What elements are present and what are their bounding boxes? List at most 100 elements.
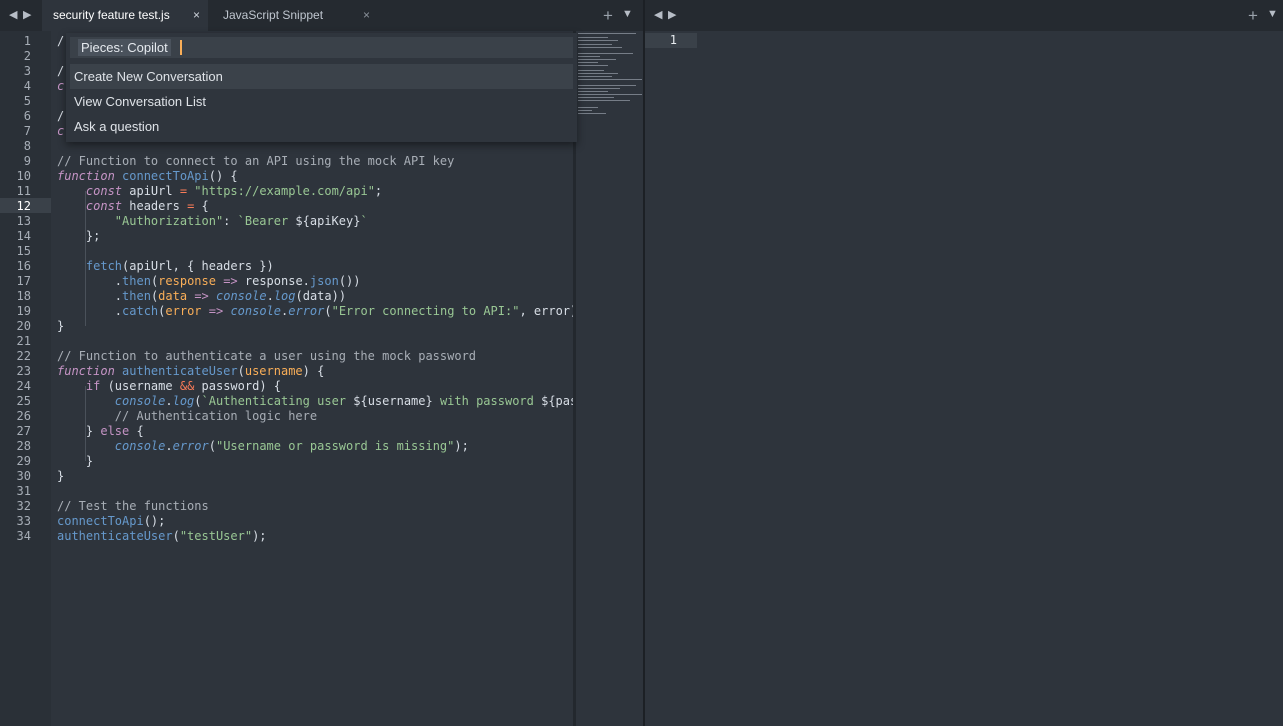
minimap-line bbox=[578, 59, 616, 60]
line-number: 5 bbox=[23, 94, 31, 108]
line-number: 21 bbox=[16, 334, 31, 348]
code-line-27: } else { bbox=[57, 424, 144, 438]
pane-divider[interactable] bbox=[643, 0, 645, 726]
line-number: 30 bbox=[16, 469, 31, 483]
line-number: 4 bbox=[23, 79, 31, 93]
close-icon[interactable]: × bbox=[363, 0, 370, 31]
line-number: 18 bbox=[16, 289, 31, 303]
tab-label: JavaScript Snippet bbox=[223, 8, 324, 22]
code-line-24: if (username && password) { bbox=[85, 379, 281, 393]
minimap-line bbox=[578, 47, 622, 48]
code-line-17: .then(response => response.json()) bbox=[57, 274, 361, 288]
command-palette: Pieces: Copilot Create New Conversation … bbox=[66, 33, 577, 142]
text-caret bbox=[180, 40, 182, 55]
tab-prev-icon[interactable]: ◀ bbox=[9, 8, 17, 21]
minimap-line bbox=[578, 85, 636, 86]
line-number: 6 bbox=[23, 109, 31, 123]
tab-label: security feature test.js bbox=[53, 8, 170, 22]
minimap-line bbox=[578, 40, 618, 41]
minimap[interactable] bbox=[576, 31, 643, 726]
code-line-3: / bbox=[57, 64, 65, 78]
minimap-line bbox=[578, 76, 612, 77]
tab-menu-icon[interactable]: ▼ bbox=[622, 8, 633, 20]
minimap-line bbox=[578, 91, 608, 92]
code-line-9: // Function to connect to an API using t… bbox=[57, 154, 455, 168]
line-number: 26 bbox=[16, 409, 31, 423]
close-icon[interactable]: × bbox=[193, 0, 200, 31]
minimap-line bbox=[578, 110, 592, 111]
line-number: 28 bbox=[16, 439, 31, 453]
line-number: 13 bbox=[16, 214, 31, 228]
tab-javascript-snippet[interactable]: JavaScript Snippet × bbox=[212, 0, 378, 31]
line-number: 12 bbox=[16, 199, 31, 213]
line-number: 32 bbox=[16, 499, 31, 513]
minimap-line bbox=[578, 33, 636, 34]
code-line-29: } bbox=[57, 454, 94, 468]
code-line-13: "Authorization": `Bearer ${apiKey}` bbox=[114, 214, 368, 228]
palette-input[interactable]: Pieces: Copilot bbox=[70, 37, 573, 58]
line-number: 22 bbox=[16, 349, 31, 363]
minimap-line bbox=[578, 37, 608, 38]
left-tab-bar: ◀ ▶ security feature test.js × JavaScrip… bbox=[0, 0, 643, 31]
palette-item-view-conversation-list[interactable]: View Conversation List bbox=[66, 89, 577, 114]
code-line-34: authenticateUser("testUser"); bbox=[57, 529, 267, 543]
minimap-line bbox=[578, 97, 614, 98]
code-line-30: } bbox=[57, 469, 65, 483]
code-line-1: / bbox=[57, 34, 65, 48]
new-tab-icon[interactable]: + bbox=[1248, 6, 1258, 26]
line-number: 25 bbox=[16, 394, 31, 408]
minimap-line bbox=[578, 94, 642, 95]
code-line-6: / bbox=[57, 109, 65, 123]
minimap-line bbox=[578, 113, 606, 114]
line-number: 17 bbox=[16, 274, 31, 288]
palette-item-ask-a-question[interactable]: Ask a question bbox=[66, 114, 577, 139]
code-line-19: .catch(error => console.error("Error con… bbox=[57, 304, 574, 318]
minimap-line bbox=[578, 107, 598, 108]
code-line-14: }; bbox=[57, 229, 101, 243]
line-number: 9 bbox=[23, 154, 31, 168]
code-line-32: // Test the functions bbox=[57, 499, 209, 513]
tab-prev-icon[interactable]: ◀ bbox=[654, 8, 662, 21]
right-tab-bar: ◀ ▶ + ▼ bbox=[645, 0, 1283, 31]
palette-input-value: Pieces: Copilot bbox=[78, 39, 171, 56]
tab-security-feature-test[interactable]: security feature test.js × bbox=[42, 0, 208, 31]
line-number: 34 bbox=[16, 529, 31, 543]
code-line-20: } bbox=[57, 319, 65, 333]
tab-menu-icon[interactable]: ▼ bbox=[1267, 8, 1278, 20]
code-line-18: .then(data => console.log(data)) bbox=[57, 289, 347, 303]
code-line-16: fetch(apiUrl, { headers }) bbox=[85, 259, 274, 273]
line-number: 3 bbox=[23, 64, 31, 78]
line-number: 8 bbox=[23, 139, 31, 153]
minimap-line bbox=[578, 65, 608, 66]
minimap-line bbox=[578, 70, 604, 71]
line-number: 33 bbox=[16, 514, 31, 528]
code-line-7: c bbox=[57, 124, 65, 138]
line-number: 23 bbox=[16, 364, 31, 378]
right-line-number: 1 bbox=[669, 33, 677, 47]
tab-next-icon[interactable]: ▶ bbox=[23, 8, 31, 21]
line-number: 1 bbox=[23, 34, 31, 48]
code-line-4: c bbox=[57, 79, 65, 93]
code-line-33: connectToApi(); bbox=[57, 514, 166, 528]
code-line-25: console.log(`Authenticating user ${usern… bbox=[114, 394, 574, 408]
line-number: 2 bbox=[23, 49, 31, 63]
tab-next-icon[interactable]: ▶ bbox=[668, 8, 676, 21]
line-number: 7 bbox=[23, 124, 31, 138]
line-number: 16 bbox=[16, 259, 31, 273]
minimap-line bbox=[578, 53, 633, 54]
minimap-line bbox=[578, 88, 620, 89]
line-number: 31 bbox=[16, 484, 31, 498]
minimap-line bbox=[578, 100, 630, 101]
code-line-22: // Function to authenticate a user using… bbox=[57, 349, 477, 363]
palette-item-create-new-conversation[interactable]: Create New Conversation bbox=[70, 64, 573, 89]
line-number: 20 bbox=[16, 319, 31, 333]
line-number: 29 bbox=[16, 454, 31, 468]
new-tab-icon[interactable]: + bbox=[603, 6, 613, 26]
code-line-12: const headers = { bbox=[85, 199, 209, 213]
code-line-10: function connectToApi() { bbox=[57, 169, 238, 183]
line-number-gutter: 1 2 3 4 5 6 7 8 9 10 11 12 13 14 15 16 17 18 19 20 21 22 23 24 2… bbox=[0, 31, 51, 726]
code-line-11: const apiUrl = "https://example.com/api"… bbox=[85, 184, 383, 198]
line-number: 10 bbox=[16, 169, 31, 183]
minimap-line bbox=[578, 73, 618, 74]
line-number: 19 bbox=[16, 304, 31, 318]
